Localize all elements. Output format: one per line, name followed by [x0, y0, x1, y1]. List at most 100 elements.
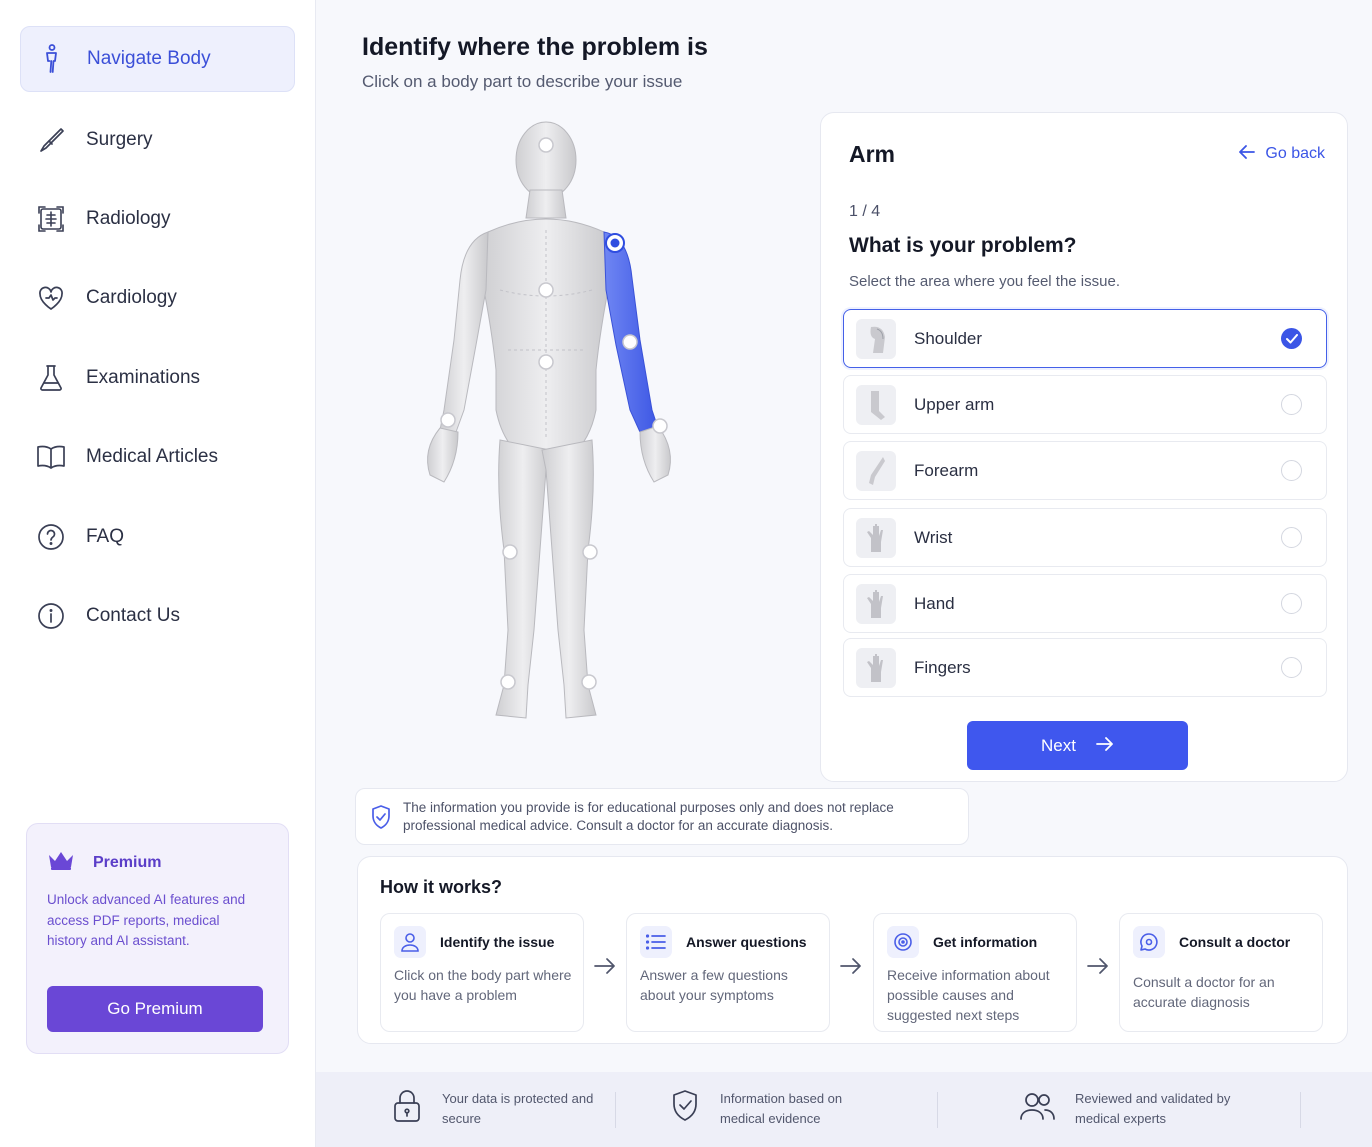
hotspot-left-knee — [502, 544, 518, 560]
footer-text: Reviewed and validated by medical expert… — [1075, 1091, 1231, 1126]
sidebar-item-medical-articles[interactable]: Medical Articles — [20, 424, 295, 490]
how-step-answer: Answer questions Answer a few questions … — [626, 913, 830, 1032]
highlighted-arm — [603, 231, 659, 433]
go-premium-button[interactable]: Go Premium — [47, 986, 263, 1032]
how-step-desc: Consult a doctor for an accurate diagnos… — [1133, 974, 1275, 1010]
how-it-works: How it works? Identify the issue Click o… — [357, 856, 1348, 1044]
arrow-left-icon — [1239, 143, 1256, 164]
sidebar-item-label: Examinations — [86, 367, 201, 388]
sidebar: Navigate Body Surgery Radiology Cardiolo… — [0, 0, 316, 1147]
how-step-desc: Receive information about possible cause… — [887, 967, 1050, 1023]
radio-button[interactable] — [1281, 460, 1302, 481]
how-step-title: Consult a doctor — [1179, 934, 1291, 950]
footer-item-secure: Your data is protected and secure — [392, 1089, 602, 1128]
go-back-link[interactable]: Go back — [1239, 143, 1325, 164]
premium-description: Unlock advanced AI features and access P… — [47, 892, 246, 948]
sidebar-item-label: Navigate Body — [87, 48, 211, 69]
list-icon — [640, 926, 672, 958]
arrow-right-icon — [1096, 734, 1114, 757]
option-label: Upper arm — [914, 394, 995, 414]
xray-icon — [36, 204, 66, 234]
disclaimer-text: The information you provide is for educa… — [403, 799, 894, 833]
page-subtitle: Click on a body part to describe your is… — [362, 72, 683, 91]
lock-icon — [392, 1089, 422, 1128]
shoulder-thumbnail-icon — [856, 318, 896, 359]
check-icon[interactable] — [1281, 328, 1302, 349]
hand-thumbnail-icon — [856, 583, 896, 624]
radio-button[interactable] — [1281, 527, 1302, 548]
page-title: Identify where the problem is — [362, 33, 708, 61]
hotspot-right-ankle — [581, 674, 597, 690]
sidebar-item-contact-us[interactable]: Contact Us — [20, 583, 295, 649]
hotspot-head — [538, 137, 554, 153]
footer-divider — [1300, 1092, 1301, 1128]
option-fingers[interactable]: Fingers — [843, 638, 1327, 697]
how-step-title: Identify the issue — [440, 934, 555, 950]
arrow-right-icon — [1087, 957, 1109, 980]
step-indicator: 1 / 4 — [849, 203, 881, 220]
sidebar-item-examinations[interactable]: Examinations — [20, 345, 295, 411]
heart-icon — [36, 283, 66, 313]
how-step-consult: Consult a doctor Consult a doctor for an… — [1119, 913, 1323, 1032]
user-icon — [394, 926, 426, 958]
question-title: What is your problem? — [849, 234, 1077, 257]
option-forearm[interactable]: Forearm — [843, 441, 1327, 500]
sidebar-item-cardiology[interactable]: Cardiology — [20, 265, 295, 331]
radio-button[interactable] — [1281, 593, 1302, 614]
sidebar-item-radiology[interactable]: Radiology — [20, 186, 295, 252]
target-icon — [887, 926, 919, 958]
option-label: Shoulder — [914, 328, 983, 348]
premium-card: Premium Unlock advanced AI features and … — [26, 823, 289, 1054]
info-icon — [36, 601, 66, 631]
arrow-right-icon — [594, 957, 616, 980]
panel-title: Arm — [849, 141, 896, 167]
hotspot-elbow — [622, 334, 638, 350]
sidebar-item-navigate-body[interactable]: Navigate Body — [20, 26, 295, 92]
premium-header: Premium — [47, 850, 161, 875]
question-hint: Select the area where you feel the issue… — [849, 273, 1120, 290]
sidebar-item-surgery[interactable]: Surgery — [20, 107, 295, 173]
go-back-label: Go back — [1265, 144, 1325, 162]
footer-item-evidence: Information based on medical evidence — [670, 1089, 880, 1128]
body-model[interactable] — [400, 110, 700, 730]
next-button[interactable]: Next — [967, 721, 1188, 770]
hotspot-right-wrist — [652, 418, 668, 434]
option-upper-arm[interactable]: Upper arm — [843, 375, 1327, 434]
option-hand[interactable]: Hand — [843, 574, 1327, 633]
sidebar-item-label: Cardiology — [86, 287, 177, 308]
how-step-title: Answer questions — [686, 934, 807, 950]
sidebar-item-faq[interactable]: FAQ — [20, 504, 295, 570]
option-label: Hand — [914, 593, 955, 613]
option-label: Wrist — [914, 527, 953, 547]
arrow-right-icon — [840, 957, 862, 980]
sidebar-item-label: Contact Us — [86, 605, 180, 626]
footer-text: Your data is protected and secure — [442, 1091, 594, 1126]
scalpel-icon — [36, 125, 66, 155]
crown-icon — [47, 850, 75, 875]
forearm-thumbnail-icon — [856, 450, 896, 491]
book-icon — [36, 442, 66, 472]
upper-arm-thumbnail-icon — [856, 384, 896, 425]
sidebar-item-label: Medical Articles — [86, 446, 218, 467]
footer-item-experts: Reviewed and validated by medical expert… — [1019, 1089, 1235, 1128]
sidebar-item-label: Radiology — [86, 208, 171, 229]
trust-footer: Your data is protected and secure Inform… — [316, 1072, 1372, 1147]
how-title: How it works? — [380, 877, 503, 897]
hotspot-right-knee — [582, 544, 598, 560]
option-shoulder[interactable]: Shoulder — [843, 309, 1327, 368]
sidebar-item-label: Surgery — [86, 129, 153, 150]
radio-button[interactable] — [1281, 394, 1302, 415]
how-step-identify: Identify the issue Click on the body par… — [380, 913, 584, 1032]
option-wrist[interactable]: Wrist — [843, 508, 1327, 567]
how-step-info: Get information Receive information abou… — [873, 913, 1077, 1032]
how-step-title: Get information — [933, 934, 1038, 950]
shield-check-icon — [670, 1089, 700, 1128]
hotspot-abdomen — [538, 354, 554, 370]
premium-title: Premium — [93, 853, 162, 871]
disclaimer-banner: The information you provide is for educa… — [355, 788, 969, 845]
sidebar-item-label: FAQ — [86, 526, 125, 547]
how-step-desc: Click on the body part where you have a … — [394, 967, 572, 1003]
radio-button[interactable] — [1281, 657, 1302, 678]
footer-divider — [615, 1092, 616, 1128]
hotspot-chest — [538, 282, 554, 298]
